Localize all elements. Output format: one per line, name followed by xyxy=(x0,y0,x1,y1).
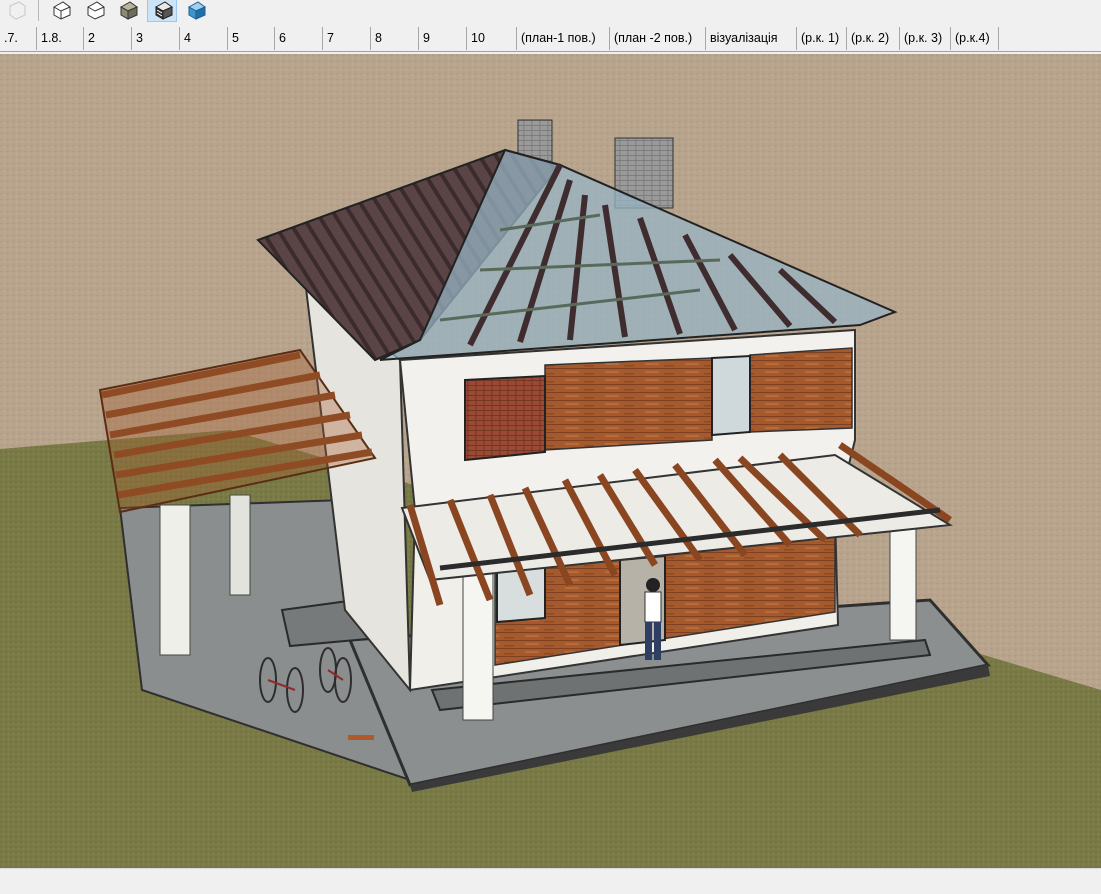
porch-column-1 xyxy=(462,559,494,721)
upper-wood-cladding-2 xyxy=(749,347,853,433)
face-style-hidden-line-button[interactable] xyxy=(46,0,76,22)
house-model-render xyxy=(0,54,1101,868)
scene-tab-4[interactable]: 3 xyxy=(132,27,180,50)
upper-wood-cladding-1 xyxy=(544,357,713,451)
status-bar xyxy=(0,868,1101,894)
scene-tab-15[interactable]: (р.к. 1) xyxy=(797,27,847,50)
upper-window-left xyxy=(464,374,546,462)
scene-tab-3[interactable]: 2 xyxy=(84,27,132,50)
toolbar-separator xyxy=(38,0,39,21)
pergola-post-left xyxy=(159,504,191,656)
scene-tab-14[interactable]: візуалізація xyxy=(706,27,797,50)
shaded-textures-icon xyxy=(119,1,139,20)
pergola-post-back xyxy=(229,494,251,596)
scene-tabs: .7. 1.8. 2 3 4 5 6 7 8 9 10 (план-1 пов.) (план -2 п… xyxy=(0,27,1101,51)
scene-tab-5[interactable]: 4 xyxy=(180,27,228,50)
xray-icon xyxy=(187,1,207,20)
monochrome-icon xyxy=(154,1,174,20)
wireframe-icon xyxy=(9,1,26,20)
face-style-shaded-textures-button[interactable] xyxy=(113,0,143,22)
scene-tab-2[interactable]: 1.8. xyxy=(37,27,84,50)
scene-tab-13[interactable]: (план -2 пов.) xyxy=(610,27,706,50)
face-style-toolbar xyxy=(0,0,1101,22)
scene-tab-7[interactable]: 6 xyxy=(275,27,323,50)
upper-window-right xyxy=(711,354,751,437)
scene-tab-11[interactable]: 10 xyxy=(467,27,517,50)
face-style-xray-button[interactable] xyxy=(181,0,211,22)
scene-tab-12[interactable]: (план-1 пов.) xyxy=(517,27,610,50)
face-style-wireframe-button[interactable] xyxy=(2,0,32,22)
scene-tab-9[interactable]: 8 xyxy=(371,27,419,50)
scene-tab-6[interactable]: 5 xyxy=(228,27,275,50)
hidden-line-icon xyxy=(53,1,71,20)
scene-tab-17[interactable]: (р.к. 3) xyxy=(900,27,951,50)
face-style-shaded-button[interactable] xyxy=(80,0,110,22)
garden-board xyxy=(348,735,374,740)
shaded-icon xyxy=(87,1,105,20)
scene-tab-16[interactable]: (р.к. 2) xyxy=(847,27,900,50)
scene-tab-10[interactable]: 9 xyxy=(419,27,467,50)
scene-tab-8[interactable]: 7 xyxy=(323,27,371,50)
face-style-monochrome-button[interactable] xyxy=(147,0,177,22)
model-viewport[interactable] xyxy=(0,54,1101,868)
scene-tab-1[interactable]: .7. xyxy=(0,27,37,50)
scene-tab-18[interactable]: (р.к.4) xyxy=(951,27,999,50)
scene-tabs-divider xyxy=(0,51,1101,52)
